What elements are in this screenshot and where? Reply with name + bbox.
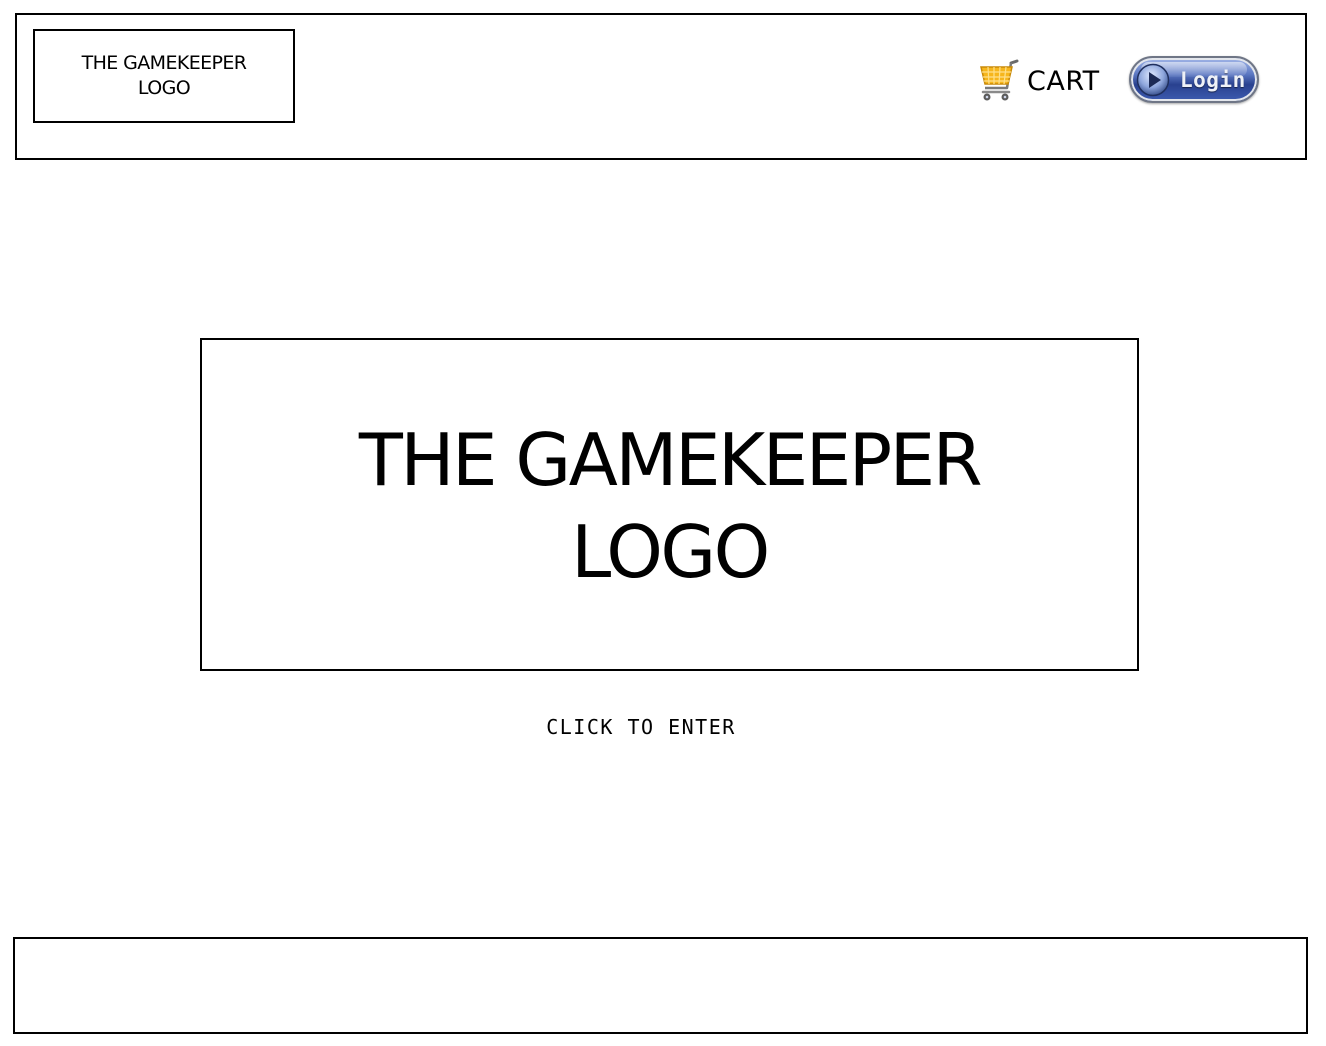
play-icon [1136,63,1170,96]
shopping-cart-icon [980,59,1019,101]
header-logo[interactable]: THE GAMEKEEPER LOGO [33,29,295,123]
login-label: Login [1180,67,1246,92]
main-logo: THE GAMEKEEPER LOGO [200,338,1139,671]
main-logo-line2: LOGO [571,510,770,594]
login-button[interactable]: Login [1129,56,1259,103]
main-logo-line1: THE GAMEKEEPER [358,418,983,502]
header-logo-line2: LOGO [137,77,191,99]
click-to-enter-link[interactable]: CLICK TO ENTER [541,715,741,739]
cart-link[interactable]: CART [977,58,1100,102]
cart-label: CART [1027,65,1100,97]
header-logo-line1: THE GAMEKEEPER [81,52,247,74]
header: THE GAMEKEEPER LOGO CART Login [15,13,1307,160]
footer [13,937,1308,1034]
